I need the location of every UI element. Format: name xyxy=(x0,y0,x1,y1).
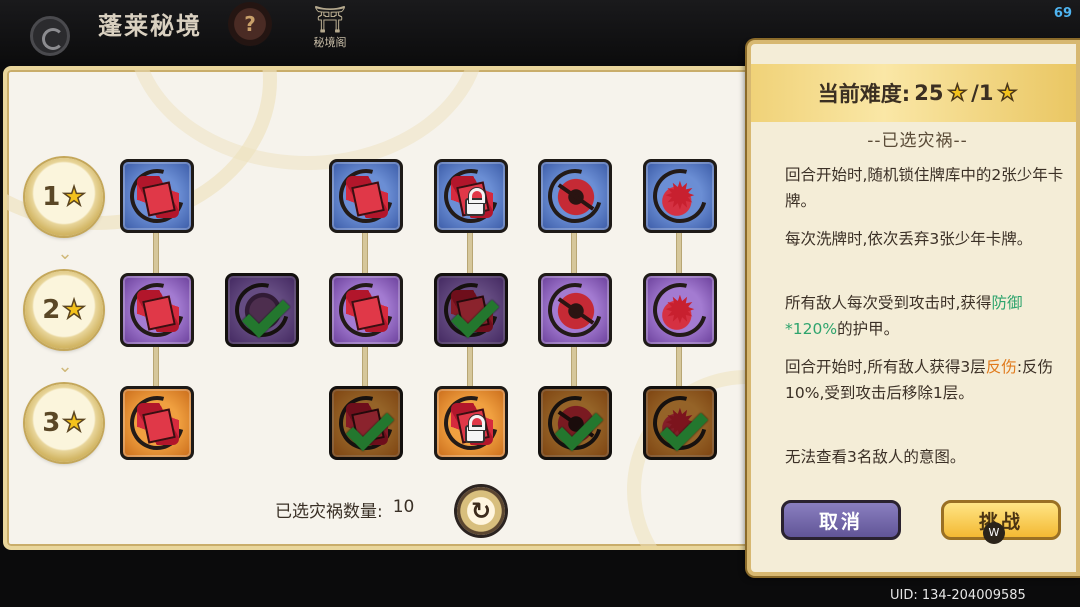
curse-effect-2: 每次洗牌时,依次丢弃3张少年卡牌。 xyxy=(785,230,1033,248)
keyword-thorns: 反伤 xyxy=(985,358,1017,376)
curse-slot-eye-t3-selected[interactable] xyxy=(538,386,612,460)
star-icon: ★ xyxy=(62,294,87,326)
tier-1-medallion: 1 ★ xyxy=(25,158,103,236)
curse-grid-panel: 1 ★ ⌄ 2 ★ ⌄ 3 ★ ✹ ✹ ✹ 已选灾祸数量: 10 ↻ xyxy=(3,66,755,550)
back-button[interactable] xyxy=(30,16,70,56)
tier-3-medallion: 3 ★ xyxy=(25,384,103,462)
cards-icon xyxy=(346,176,388,218)
spike-shell-icon xyxy=(660,288,702,332)
selected-curses-title: --已选灾祸-- xyxy=(867,131,968,151)
difficulty-value: 25 xyxy=(914,81,944,105)
curse-slot-cards-t2[interactable] xyxy=(329,273,403,347)
curse-slot-shell-t3-selected[interactable] xyxy=(643,386,717,460)
tier-number: 2 xyxy=(42,295,61,325)
curse-slot-shell-t2[interactable] xyxy=(643,273,717,347)
curse-slot-cards-t1[interactable] xyxy=(329,159,403,233)
page-title: 蓬莱秘境 xyxy=(98,12,202,40)
curse-effect-4: 回合开始时,所有敌人获得3层反伤:反伤10%,受到攻击后移除1层。 xyxy=(785,358,1054,402)
star-icon: ★ xyxy=(947,80,968,107)
help-icon[interactable]: ? xyxy=(228,2,272,46)
curse-slot-cards-t2-selected[interactable] xyxy=(434,273,508,347)
cards-icon xyxy=(137,403,179,445)
curse-effect-5: 无法查看3名敌人的意图。 xyxy=(785,448,966,466)
curse-slot-shell-t1[interactable] xyxy=(643,159,717,233)
refresh-icon: ↻ xyxy=(470,497,492,525)
difficulty-separator: /1 xyxy=(971,81,994,105)
curse-slot-face-t2-selected[interactable] xyxy=(225,273,299,347)
blind-eye-icon xyxy=(555,176,597,218)
spike-shell-icon xyxy=(660,174,702,218)
curse-slot-cards-t1[interactable] xyxy=(120,159,194,233)
star-icon: ★ xyxy=(62,181,87,213)
curse-slot-cards-t3[interactable] xyxy=(120,386,194,460)
curse-slot-eye-t1[interactable] xyxy=(538,159,612,233)
pagoda-icon: ⛩ xyxy=(313,5,347,35)
lock-icon xyxy=(465,415,485,443)
fps-counter: 69 xyxy=(1053,6,1072,21)
curse-slot-lockcards-t1[interactable] xyxy=(434,159,508,233)
tower-button[interactable]: ⛩ 秘境阁 xyxy=(300,6,360,56)
selected-count-row: 已选灾祸数量: 10 xyxy=(275,497,414,522)
star-icon: ★ xyxy=(997,80,1018,107)
selected-count-label: 已选灾祸数量: xyxy=(275,502,383,522)
tier-number: 3 xyxy=(42,408,61,438)
difficulty-panel: 当前难度: 25 ★ /1 ★ --已选灾祸-- 回合开始时,随机锁住牌库中的2… xyxy=(747,40,1080,576)
curse-slot-cards-t2[interactable] xyxy=(120,273,194,347)
curse-effect-1: 回合开始时,随机锁住牌库中的2张少年卡牌。 xyxy=(785,166,1064,210)
curse-effect-3: 所有敌人每次受到攻击时,获得防御*120%的护甲。 xyxy=(785,294,1023,338)
cursor-indicator: W xyxy=(983,522,1005,544)
tier-2-medallion: 2 ★ xyxy=(25,271,103,349)
blind-eye-icon xyxy=(555,290,597,332)
star-icon: ★ xyxy=(62,407,87,439)
tower-label: 秘境阁 xyxy=(313,36,347,49)
chevron-down-icon: ⌄ xyxy=(57,243,73,264)
curse-slot-lockcards-t3[interactable] xyxy=(434,386,508,460)
difficulty-header: 当前难度: 25 ★ /1 ★ xyxy=(751,64,1076,122)
tier-number: 1 xyxy=(42,182,61,212)
selected-count-value: 10 xyxy=(392,497,415,517)
cards-icon xyxy=(137,176,179,218)
cards-icon xyxy=(346,290,388,332)
cards-icon xyxy=(137,290,179,332)
curse-slot-cards-t3-selected[interactable] xyxy=(329,386,403,460)
lock-icon xyxy=(465,188,485,216)
user-id: UID: 134-204009585 xyxy=(890,588,1026,603)
chevron-down-icon: ⌄ xyxy=(57,356,73,377)
curse-slot-eye-t2[interactable] xyxy=(538,273,612,347)
reset-button[interactable]: ↻ xyxy=(457,487,505,535)
difficulty-label: 当前难度: xyxy=(817,82,911,106)
cancel-button[interactable]: 取消 xyxy=(781,500,901,540)
